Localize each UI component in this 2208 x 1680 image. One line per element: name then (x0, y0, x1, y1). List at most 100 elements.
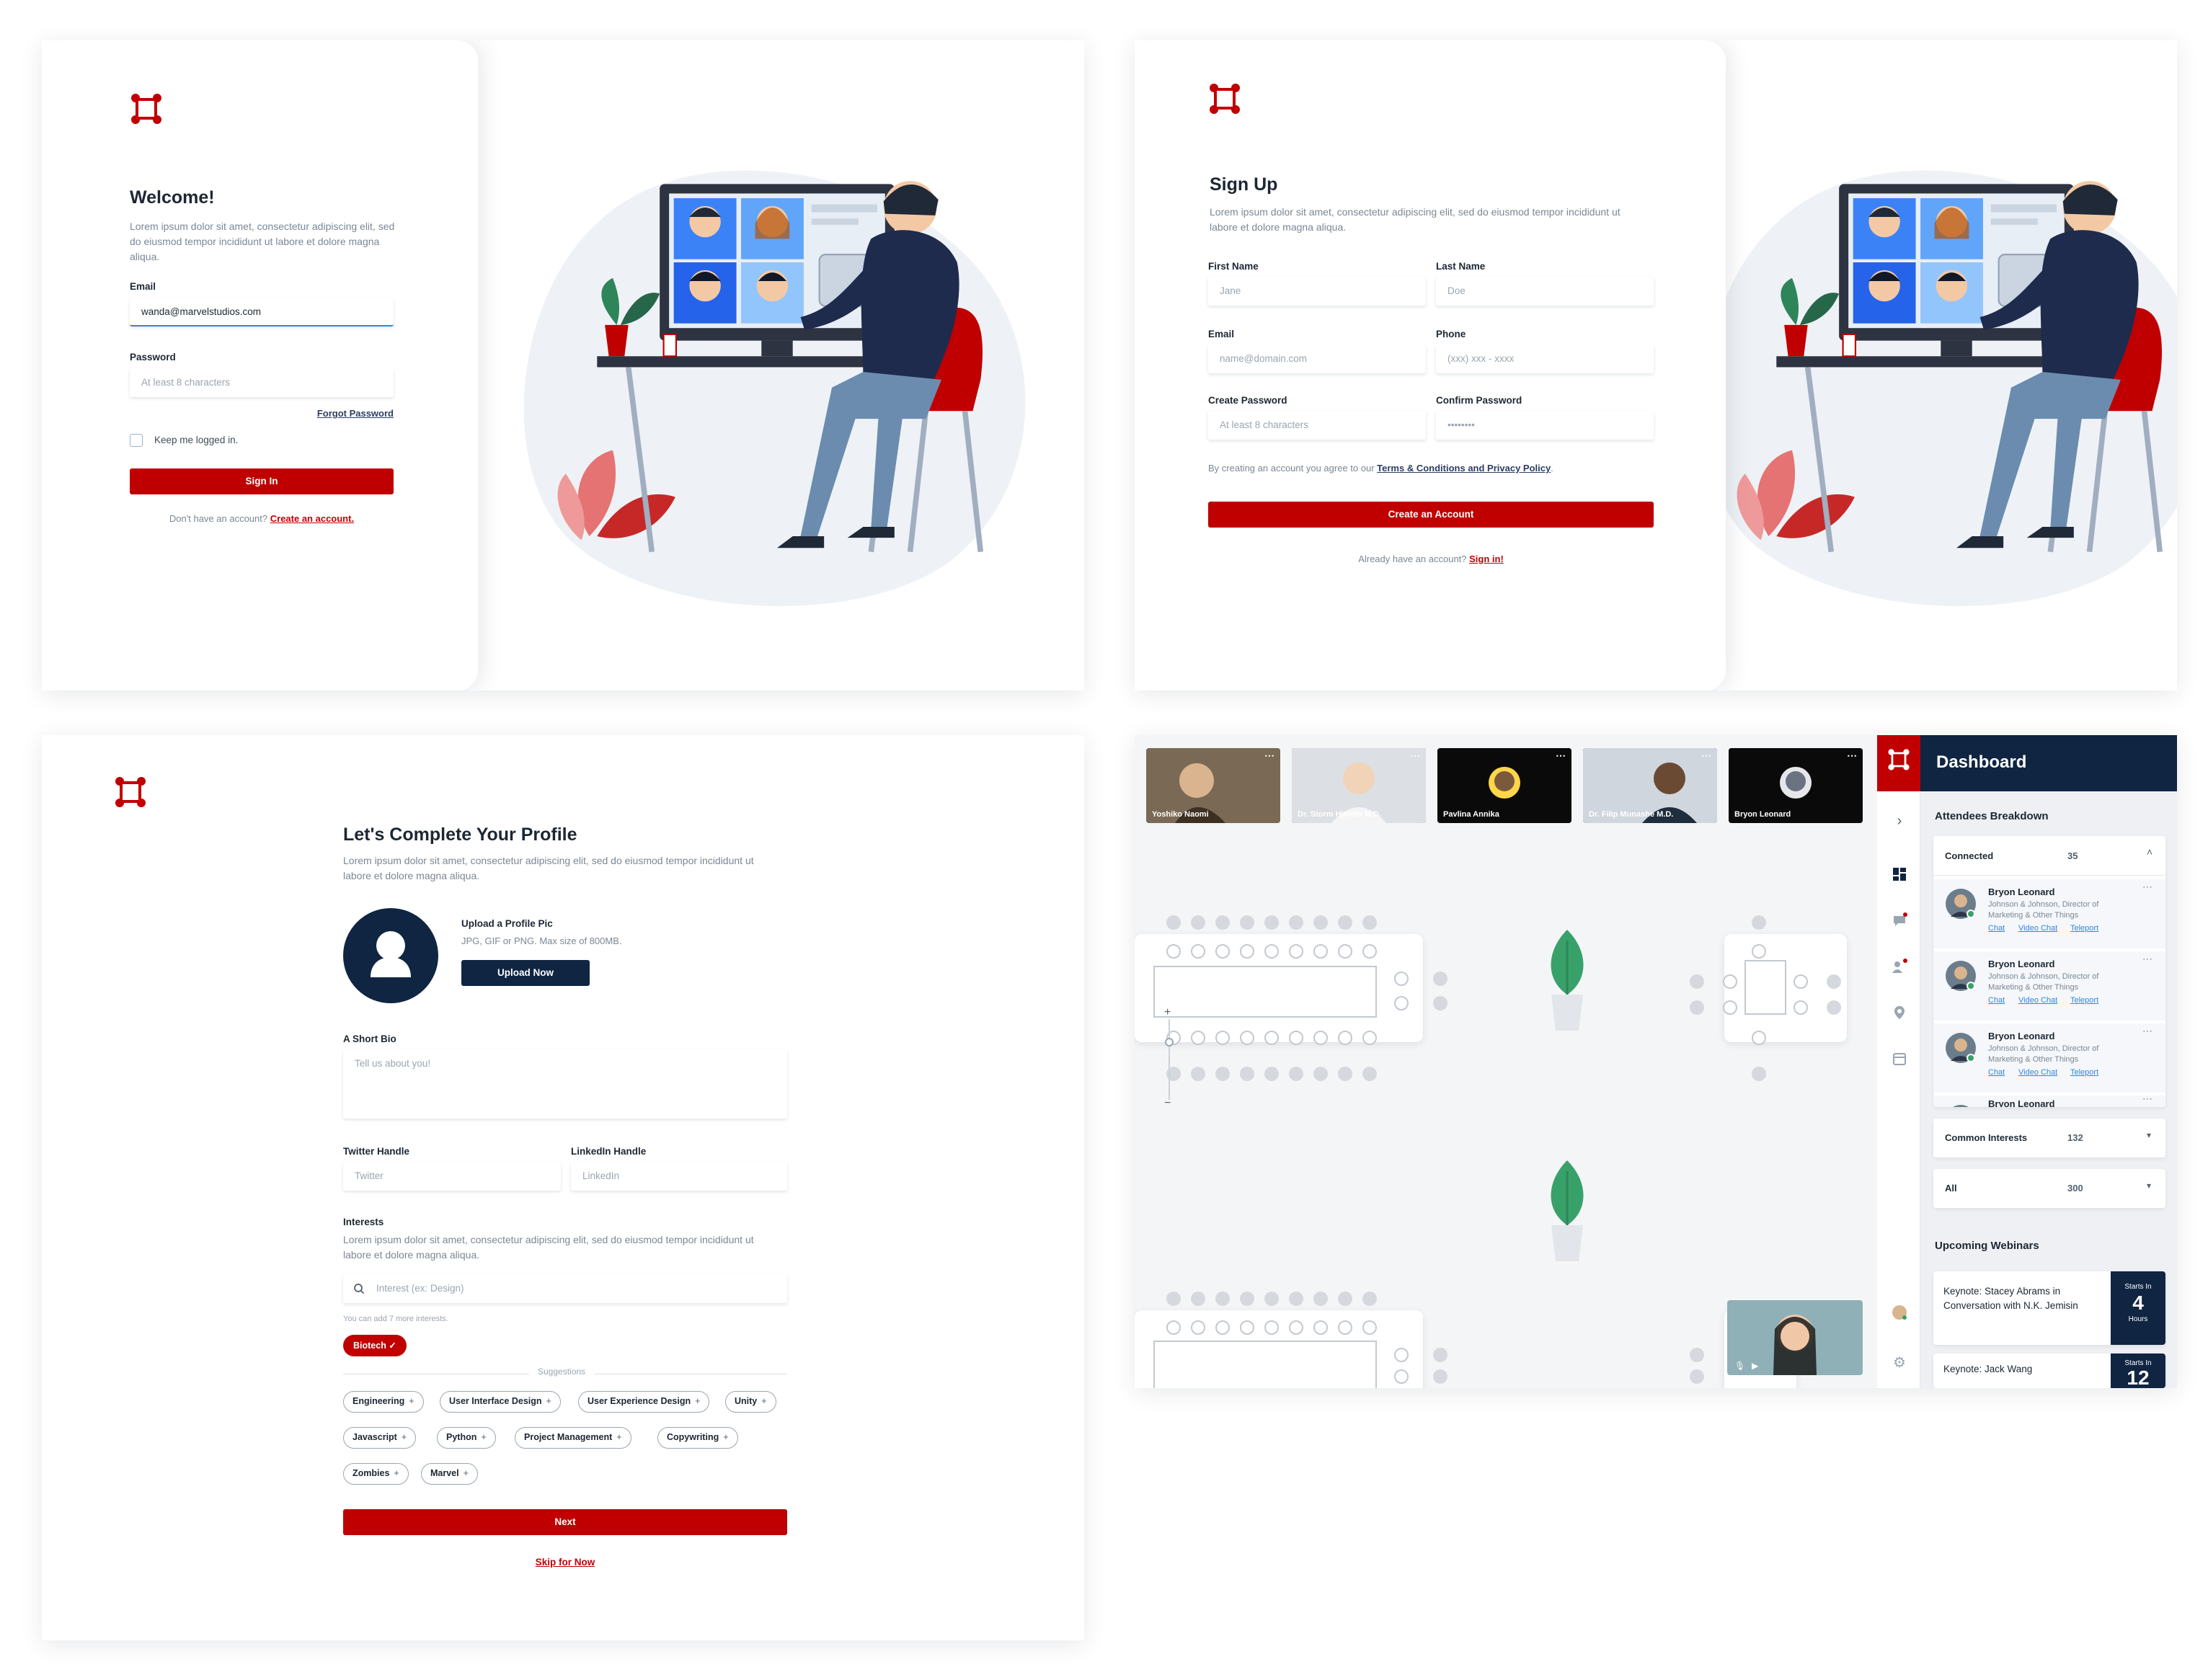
webinar-card[interactable]: Keynote: Jack Wang Starts In 12 (1933, 1354, 2165, 1388)
chat-link[interactable]: Chat (1988, 1068, 2005, 1077)
seat[interactable] (1215, 1067, 1230, 1081)
attendee-row[interactable]: Bryon Leonard Johnson & Johnson, Directo… (1933, 951, 2165, 1021)
attendee-row[interactable]: Bryon Leonard ⋯ (1933, 1093, 2165, 1107)
suggestion-chip[interactable]: Python + (437, 1427, 496, 1449)
seat[interactable] (1433, 996, 1447, 1010)
seat[interactable] (1289, 1067, 1303, 1081)
bio-textarea[interactable]: Tell us about you! (343, 1049, 787, 1119)
seat[interactable] (1690, 1348, 1704, 1362)
seat[interactable] (1215, 1320, 1230, 1335)
seat[interactable] (1191, 944, 1205, 959)
seat[interactable] (1338, 915, 1352, 930)
seat[interactable] (1289, 944, 1303, 959)
attendee-row[interactable]: Bryon Leonard Johnson & Johnson, Directo… (1933, 879, 2165, 948)
more-icon[interactable]: ⋯ (2142, 881, 2152, 893)
last-name-field[interactable]: Doe (1436, 277, 1654, 306)
zoom-out-icon[interactable]: − (1164, 1097, 1171, 1110)
suggestion-chip[interactable]: Engineering + (343, 1391, 424, 1413)
seat[interactable] (1752, 915, 1766, 930)
interest-search-field[interactable]: Interest (ex: Design) (343, 1274, 787, 1303)
video-chat-link[interactable]: Video Chat (2018, 1068, 2057, 1077)
seat[interactable] (1690, 1000, 1704, 1015)
webinar-card[interactable]: Keynote: Stacey Abrams in Conversation w… (1933, 1271, 2165, 1345)
seat[interactable] (1338, 944, 1352, 959)
seat[interactable] (1240, 1031, 1254, 1045)
suggestion-chip[interactable]: Unity + (725, 1391, 776, 1413)
first-name-field[interactable]: Jane (1208, 277, 1426, 306)
seat[interactable] (1264, 944, 1279, 959)
user-avatar-icon[interactable] (1892, 1305, 1907, 1320)
location-icon[interactable] (1892, 1005, 1907, 1021)
teleport-link[interactable]: Teleport (2070, 1068, 2098, 1077)
camera-icon[interactable]: ▶ (1752, 1361, 1758, 1371)
suggestion-chip[interactable]: Marvel + (421, 1463, 478, 1485)
seat[interactable] (1289, 1031, 1303, 1045)
seat[interactable] (1827, 1000, 1841, 1015)
seat[interactable] (1752, 1031, 1766, 1045)
zoom-slider[interactable]: + − (1162, 1006, 1176, 1110)
seat[interactable] (1191, 915, 1205, 930)
seat[interactable] (1240, 915, 1254, 930)
mic-icon[interactable]: 🎙 (1734, 1361, 1745, 1371)
video-tile[interactable]: Yoshiko Naomi ⋯ (1146, 748, 1280, 823)
zoom-handle[interactable] (1165, 1038, 1174, 1046)
seat[interactable] (1215, 1031, 1230, 1045)
seat[interactable] (1313, 1031, 1328, 1045)
seat[interactable] (1362, 1067, 1377, 1081)
more-icon[interactable]: ⋯ (2142, 953, 2152, 965)
seat[interactable] (1166, 915, 1181, 930)
seat[interactable] (1166, 1292, 1181, 1306)
create-password-field[interactable]: At least 8 characters (1208, 411, 1426, 440)
seat[interactable] (1362, 1320, 1377, 1335)
seat[interactable] (1264, 915, 1279, 930)
video-tile[interactable]: Pavlina Annika ⋯ (1437, 748, 1571, 823)
seat[interactable] (1215, 1292, 1230, 1306)
seat[interactable] (1433, 1348, 1447, 1362)
seat[interactable] (1264, 1320, 1279, 1335)
seat[interactable] (1752, 944, 1766, 959)
chat-link[interactable]: Chat (1988, 924, 2005, 933)
seat[interactable] (1313, 944, 1328, 959)
create-account-button[interactable]: Create an Account (1208, 502, 1654, 528)
seat[interactable] (1794, 974, 1808, 989)
seat[interactable] (1166, 944, 1181, 959)
more-icon[interactable]: ⋯ (1264, 750, 1274, 762)
upload-now-button[interactable]: Upload Now (461, 960, 590, 986)
chevron-down-icon[interactable]: ▾ (2147, 1130, 2151, 1140)
seat[interactable] (1752, 1067, 1766, 1081)
seat[interactable] (1338, 1292, 1352, 1306)
selected-interest-chip[interactable]: Biotech ✓ (343, 1335, 407, 1356)
settings-gear-icon[interactable]: ⚙ (1892, 1354, 1907, 1371)
seat[interactable] (1723, 974, 1737, 989)
twitter-field[interactable]: Twitter (343, 1162, 561, 1191)
attendee-row[interactable]: Bryon Leonard Johnson & Johnson, Directo… (1933, 1023, 2165, 1093)
forgot-password-link[interactable]: Forgot Password (303, 408, 394, 419)
seat[interactable] (1240, 1292, 1254, 1306)
seat[interactable] (1191, 1067, 1205, 1081)
suggestion-chip[interactable]: User Experience Design + (578, 1391, 710, 1413)
seat[interactable] (1240, 1067, 1254, 1081)
seat[interactable] (1338, 1031, 1352, 1045)
keep-logged-in-checkbox[interactable] (130, 434, 143, 447)
seat[interactable] (1191, 1320, 1205, 1335)
suggestion-chip[interactable]: Javascript + (343, 1427, 417, 1449)
confirm-password-field[interactable]: •••••••• (1436, 411, 1654, 440)
seat[interactable] (1690, 1369, 1704, 1384)
suggestion-chip[interactable]: Zombies + (343, 1463, 409, 1485)
seat[interactable] (1362, 1031, 1377, 1045)
suggestion-chip[interactable]: Copywriting + (657, 1427, 738, 1449)
teleport-link[interactable]: Teleport (2070, 924, 2098, 933)
more-icon[interactable]: ⋯ (1556, 750, 1566, 762)
sign-in-link[interactable]: Sign in! (1469, 554, 1504, 564)
seat[interactable] (1191, 1292, 1205, 1306)
email-field[interactable]: wanda@marvelstudios.com (130, 298, 394, 326)
rail-logo[interactable] (1877, 735, 1920, 791)
seat[interactable] (1313, 915, 1328, 930)
seat[interactable] (1433, 1369, 1447, 1384)
seat[interactable] (1264, 1031, 1279, 1045)
more-icon[interactable]: ⋯ (1701, 750, 1711, 762)
seat[interactable] (1394, 1348, 1409, 1362)
chevron-down-icon[interactable]: ▾ (2147, 1181, 2151, 1191)
seat[interactable] (1264, 1067, 1279, 1081)
seat[interactable] (1362, 915, 1377, 930)
